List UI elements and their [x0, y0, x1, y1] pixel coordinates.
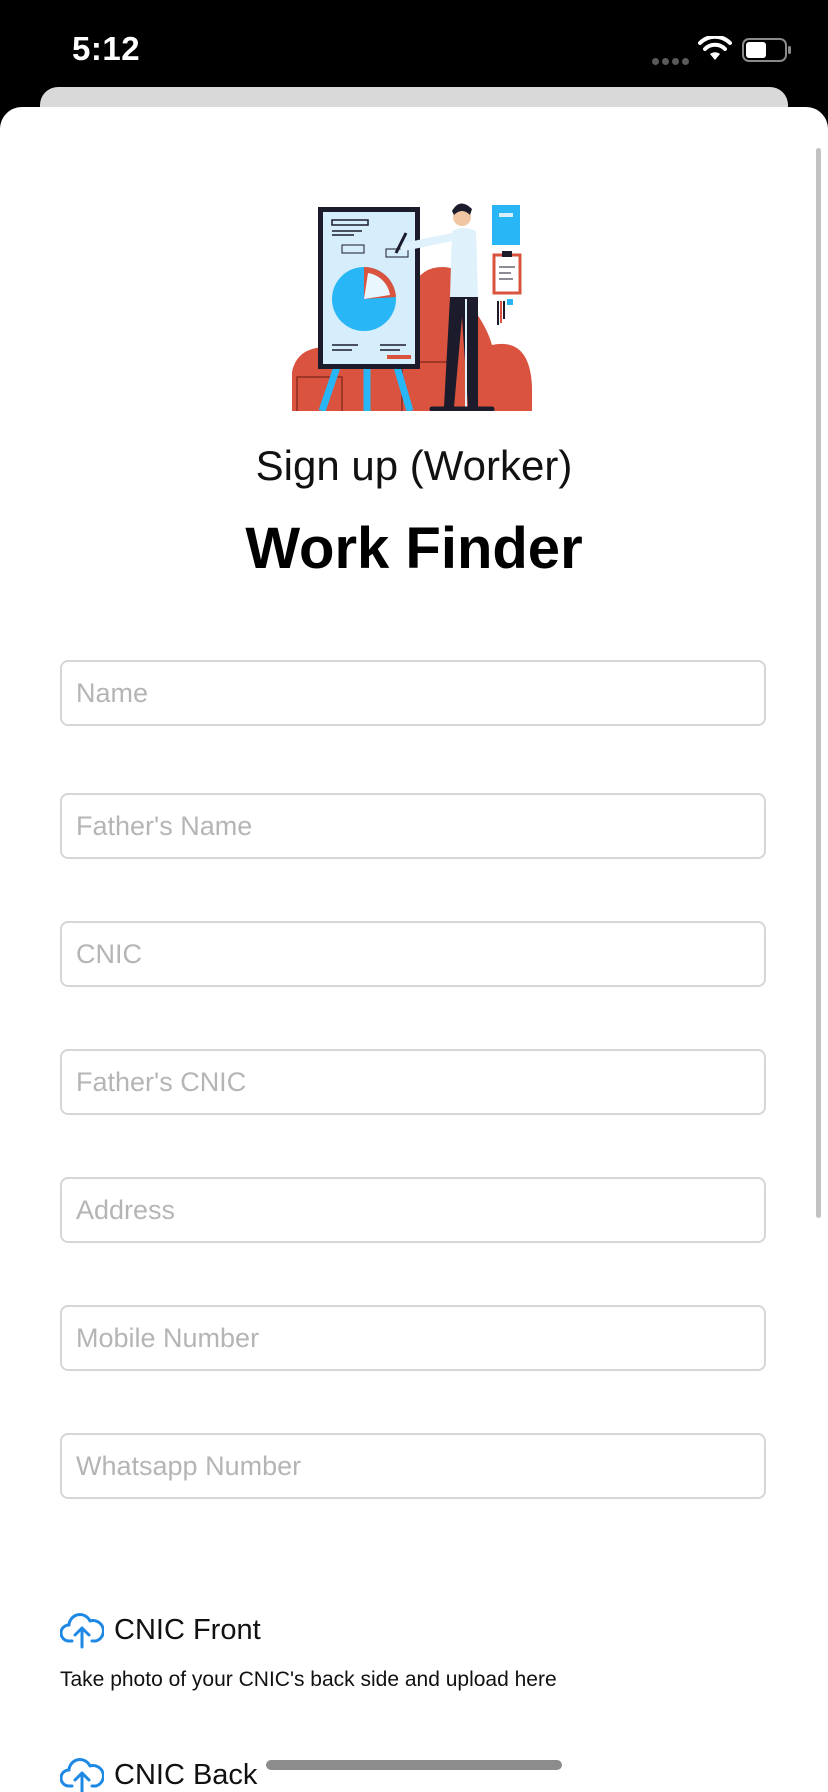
whatsapp-number-input[interactable]	[62, 1435, 764, 1497]
cnic-back-upload-button[interactable]: CNIC Back	[60, 1756, 257, 1792]
cnic-field[interactable]	[60, 921, 766, 987]
cloud-upload-icon	[60, 1613, 104, 1649]
name-field[interactable]	[60, 660, 766, 726]
cnic-front-help-text: Take photo of your CNIC's back side and …	[60, 1668, 557, 1691]
mobile-number-field[interactable]	[60, 1305, 766, 1371]
scrollbar[interactable]	[816, 148, 821, 1218]
father-cnic-field[interactable]	[60, 1049, 766, 1115]
status-bar: 5:12	[0, 0, 828, 100]
cnic-back-label: CNIC Back	[114, 1758, 258, 1791]
wifi-icon	[698, 36, 732, 60]
mobile-number-input[interactable]	[62, 1307, 764, 1369]
father-name-input[interactable]	[62, 795, 764, 857]
name-input[interactable]	[62, 662, 764, 724]
cloud-upload-icon	[60, 1758, 104, 1792]
home-indicator[interactable]	[266, 1760, 562, 1770]
father-name-field[interactable]	[60, 793, 766, 859]
cnic-input[interactable]	[62, 923, 764, 985]
presentation-illustration	[292, 203, 532, 411]
address-input[interactable]	[62, 1179, 764, 1241]
cnic-front-label: CNIC Front	[114, 1613, 261, 1646]
whatsapp-number-field[interactable]	[60, 1433, 766, 1499]
father-cnic-input[interactable]	[62, 1051, 764, 1113]
battery-icon	[742, 38, 791, 62]
cellular-signal-icon	[652, 52, 692, 70]
address-field[interactable]	[60, 1177, 766, 1243]
page-subtitle: Sign up (Worker)	[255, 442, 573, 489]
cnic-front-upload-button[interactable]: CNIC Front	[60, 1611, 261, 1649]
signup-sheet: Sign up (Worker) Work Finder CNIC Front …	[0, 107, 828, 1792]
status-time: 5:12	[72, 30, 141, 67]
page-title: Work Finder	[245, 516, 583, 581]
